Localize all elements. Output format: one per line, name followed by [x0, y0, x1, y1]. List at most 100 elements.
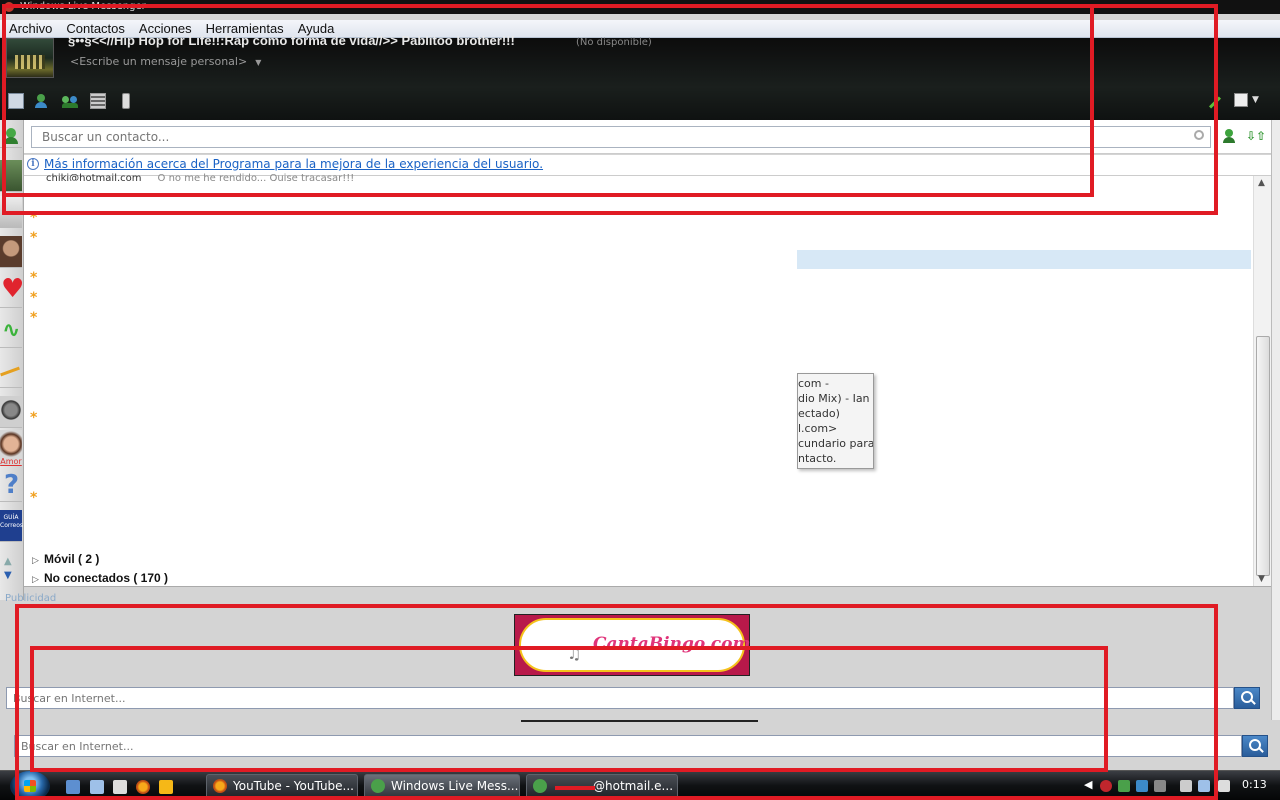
tray-icon[interactable] — [1100, 780, 1112, 792]
green-logo-icon[interactable] — [0, 316, 22, 348]
taskbar-button-youtube[interactable]: YouTube - YouTube... — [206, 774, 358, 799]
avatar[interactable] — [6, 38, 54, 78]
menu-herramientas[interactable]: Herramientas — [199, 21, 291, 36]
menu-archivo[interactable]: Archivo — [2, 21, 59, 36]
tooltip-line: ntacto. — [798, 452, 837, 465]
contacts-icon[interactable] — [34, 93, 50, 109]
tooltip-line: com - — [798, 377, 829, 390]
web-search-button[interactable] — [1234, 687, 1260, 709]
messenger-tray-icon[interactable] — [1118, 780, 1130, 792]
switch-windows-icon[interactable] — [90, 780, 104, 794]
personal-message-text: <Escribe un mensaje personal> — [70, 55, 248, 68]
contact-search-input[interactable] — [32, 127, 1210, 147]
info-bar: i Más información acerca del Programa pa… — [24, 155, 1274, 175]
contact-message: O no me he rendido... Quise tracasar!!! — [157, 173, 355, 181]
sidebar-tile-8-label: Amor — [0, 457, 22, 466]
add-contact-icon[interactable] — [0, 126, 22, 148]
sidebar-tile-1[interactable] — [0, 160, 22, 192]
mobile-icon[interactable] — [122, 93, 130, 109]
scroll-down-icon[interactable]: ▼ — [1258, 574, 1265, 584]
group-label: Móvil ( 2 ) — [44, 552, 100, 566]
printer-icon[interactable] — [113, 780, 127, 794]
chevron-right-icon[interactable]: ▷ — [32, 555, 44, 566]
web-search-box — [6, 687, 1234, 709]
profile-header: §••§<<//Hip Hop for Life!!:Rap como form… — [0, 36, 1280, 120]
options-chevron-down-icon[interactable]: ▼ — [1252, 95, 1259, 105]
taskbar-button-label: Windows Live Mess... — [391, 779, 519, 793]
heart-icon[interactable] — [0, 274, 24, 308]
star-icon: * — [30, 210, 38, 226]
sidebar-tile-7[interactable] — [0, 396, 22, 428]
bluetooth-icon[interactable] — [1154, 780, 1166, 792]
music-note-icon: ♫ — [567, 644, 582, 663]
scroll-up-icon[interactable]: ▲ — [4, 556, 12, 567]
ad-banner[interactable]: ♫ CantaBingo.com — [514, 614, 750, 676]
tray-icon[interactable] — [1136, 780, 1148, 792]
scrollbar-thumb[interactable] — [1256, 336, 1270, 576]
list-item-hover[interactable] — [797, 250, 1251, 269]
contact-email: chiki@hotmail.com — [46, 173, 142, 181]
swoosh-icon[interactable] — [0, 356, 22, 388]
chevron-right-icon[interactable]: ▷ — [32, 574, 44, 585]
display-name[interactable]: §••§<<//Hip Hop for Life!!:Rap como form… — [68, 36, 515, 50]
media-icon[interactable] — [159, 780, 173, 794]
sidebar-tile-3[interactable] — [0, 236, 22, 268]
taskbar-button-messenger[interactable]: Windows Live Mess... — [364, 774, 520, 799]
sidebar-tile-2[interactable] — [0, 196, 22, 228]
web-search-input[interactable] — [7, 688, 1233, 708]
tooltip-line: cundario para — [798, 437, 874, 450]
pencil-icon[interactable] — [1208, 96, 1222, 109]
web-search-input-2[interactable] — [15, 736, 1241, 756]
tray-expand-icon[interactable]: ◀ — [1084, 778, 1092, 791]
group-icon[interactable] — [62, 93, 78, 109]
taskbar-button-conversation[interactable]: @hotmail.e... — [526, 774, 678, 799]
scroll-down-icon[interactable]: ▼ — [4, 570, 12, 581]
group-header-no-conectados[interactable]: ▷ No conectados ( 170 ) — [32, 571, 168, 585]
games-icon[interactable] — [90, 93, 106, 109]
web-search-button-2[interactable] — [1242, 735, 1268, 757]
star-icon: * — [30, 230, 38, 246]
info-link[interactable]: Más información acerca del Programa para… — [44, 157, 543, 171]
chevron-down-icon[interactable]: ▼ — [255, 58, 261, 67]
volume-icon[interactable] — [1218, 780, 1230, 792]
guia-tile[interactable]: GUÍA Correos — [0, 510, 23, 542]
menu-acciones[interactable]: Acciones — [132, 21, 199, 36]
taskbar: YouTube - YouTube... Windows Live Mess..… — [0, 770, 1280, 800]
options-icon[interactable] — [1234, 93, 1248, 107]
group-header-movil[interactable]: ▷ Móvil ( 2 ) — [32, 552, 99, 566]
window-edge — [1271, 120, 1280, 720]
taskbar-button-label: YouTube - YouTube... — [233, 779, 354, 793]
network-icon[interactable] — [1198, 780, 1210, 792]
personal-message[interactable]: <Escribe un mensaje personal> ▼ — [70, 55, 261, 68]
ad-label: Publicidad — [5, 593, 57, 604]
clock[interactable]: 0:13 — [1242, 778, 1267, 791]
info-icon: i — [27, 158, 39, 170]
show-desktop-icon[interactable] — [66, 780, 80, 794]
question-icon[interactable] — [0, 468, 22, 502]
start-button[interactable] — [10, 771, 50, 800]
star-icon: * — [30, 270, 38, 286]
tray-icon[interactable] — [1180, 780, 1192, 792]
sort-icon[interactable]: ⇩⇧ — [1246, 129, 1266, 143]
contact-list-scrollbar[interactable]: ▲ ▼ — [1253, 176, 1271, 586]
add-contact-button[interactable] — [1222, 129, 1238, 145]
contact-list: chiki@hotmail.com O no me he rendido... Q… — [24, 173, 1271, 587]
window-title: Windows Live Messenger — [20, 1, 146, 12]
taskbar-button-label: @hotmail.e... — [593, 779, 674, 793]
menu-ayuda[interactable]: Ayuda — [291, 21, 342, 36]
star-icon: * — [30, 410, 38, 426]
group-label: No conectados ( 170 ) — [44, 571, 169, 585]
divider — [521, 720, 758, 722]
tooltip-line: dio Mix) - Ian — [798, 392, 870, 405]
search-icon[interactable] — [1194, 130, 1204, 140]
tooltip-line: l.com> — [798, 422, 838, 435]
messenger-icon — [533, 779, 547, 793]
firefox-icon[interactable] — [136, 780, 150, 794]
status-label[interactable]: (No disponible) — [576, 37, 652, 48]
scroll-up-icon[interactable]: ▲ — [1258, 178, 1265, 188]
toolbar: ▼ — [0, 93, 1280, 115]
star-icon: * — [30, 290, 38, 306]
mail-icon[interactable] — [8, 93, 24, 109]
menu-contactos[interactable]: Contactos — [59, 21, 132, 36]
list-item[interactable]: chiki@hotmail.com O no me he rendido... Q… — [46, 173, 354, 181]
